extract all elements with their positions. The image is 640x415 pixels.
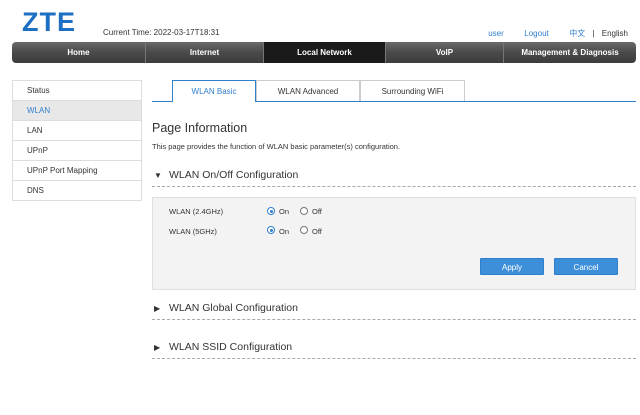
sidebar: Status WLAN LAN UPnP UPnP Port Mapping D… <box>12 80 142 201</box>
tab-surrounding-wifi[interactable]: Surrounding WiFi <box>360 80 465 101</box>
tab-wlan-basic[interactable]: WLAN Basic <box>172 80 256 102</box>
sidebar-item-upnp-port-mapping[interactable]: UPnP Port Mapping <box>13 161 141 181</box>
wlan-5ghz-off-radio[interactable] <box>300 226 308 234</box>
wlan-24ghz-on-radio[interactable] <box>267 207 275 215</box>
cancel-button[interactable]: Cancel <box>554 258 618 275</box>
section-wlan-onoff-header[interactable]: ▼ WLAN On/Off Configuration <box>152 168 636 187</box>
section-wlan-ssid-header[interactable]: ▶ WLAN SSID Configuration <box>152 340 636 359</box>
page-description: This page provides the function of WLAN … <box>152 142 401 151</box>
section-title: WLAN On/Off Configuration <box>169 169 299 181</box>
wlan-5ghz-off-label: Off <box>312 227 322 236</box>
nav-management-diagnosis[interactable]: Management & Diagnosis <box>504 42 636 63</box>
wlan-5ghz-label: WLAN (5GHz) <box>169 227 217 236</box>
nav-internet[interactable]: Internet <box>146 42 264 63</box>
section-title: WLAN SSID Configuration <box>169 341 293 353</box>
main-nav: Home Internet Local Network VoIP Managem… <box>12 42 636 63</box>
tab-wlan-advanced[interactable]: WLAN Advanced <box>256 80 360 101</box>
nav-home[interactable]: Home <box>12 42 146 63</box>
user-link[interactable]: user <box>488 29 504 38</box>
sidebar-item-upnp[interactable]: UPnP <box>13 141 141 161</box>
sidebar-item-wlan[interactable]: WLAN <box>13 101 141 121</box>
sidebar-item-status[interactable]: Status <box>13 81 141 101</box>
wlan-onoff-panel: WLAN (2.4GHz) On Off WLAN (5GHz) On Off … <box>152 197 636 290</box>
sidebar-item-dns[interactable]: DNS <box>13 181 141 201</box>
wlan-24ghz-label: WLAN (2.4GHz) <box>169 207 224 216</box>
nav-local-network[interactable]: Local Network <box>264 42 386 63</box>
lang-chinese-link[interactable]: 中文 <box>569 28 585 39</box>
sidebar-item-lan[interactable]: LAN <box>13 121 141 141</box>
page-title: Page Information <box>152 121 248 135</box>
current-time: Current Time: 2022-03-17T18:31 <box>103 28 220 37</box>
lang-english-link[interactable]: English <box>602 29 628 38</box>
triangle-right-icon: ▶ <box>154 343 161 352</box>
zte-logo: ZTE <box>22 8 76 34</box>
wlan-24ghz-on-label: On <box>279 207 290 216</box>
triangle-down-icon: ▼ <box>154 171 162 180</box>
section-wlan-global-header[interactable]: ▶ WLAN Global Configuration <box>152 301 636 320</box>
logo-text: ZTE <box>22 8 76 34</box>
logout-link[interactable]: Logout <box>524 29 548 38</box>
triangle-right-icon: ▶ <box>154 304 161 313</box>
section-title: WLAN Global Configuration <box>169 302 298 314</box>
wlan-24ghz-off-radio[interactable] <box>300 207 308 215</box>
wlan-24ghz-off-label: Off <box>312 207 322 216</box>
wlan-5ghz-on-label: On <box>279 227 290 236</box>
wlan-5ghz-on-radio[interactable] <box>267 226 275 234</box>
lang-separator: | <box>592 29 595 38</box>
tab-bar: WLAN Basic WLAN Advanced Surrounding WiF… <box>152 80 636 102</box>
nav-voip[interactable]: VoIP <box>386 42 504 63</box>
top-links: user Logout 中文 | English <box>488 28 628 39</box>
apply-button[interactable]: Apply <box>480 258 544 275</box>
